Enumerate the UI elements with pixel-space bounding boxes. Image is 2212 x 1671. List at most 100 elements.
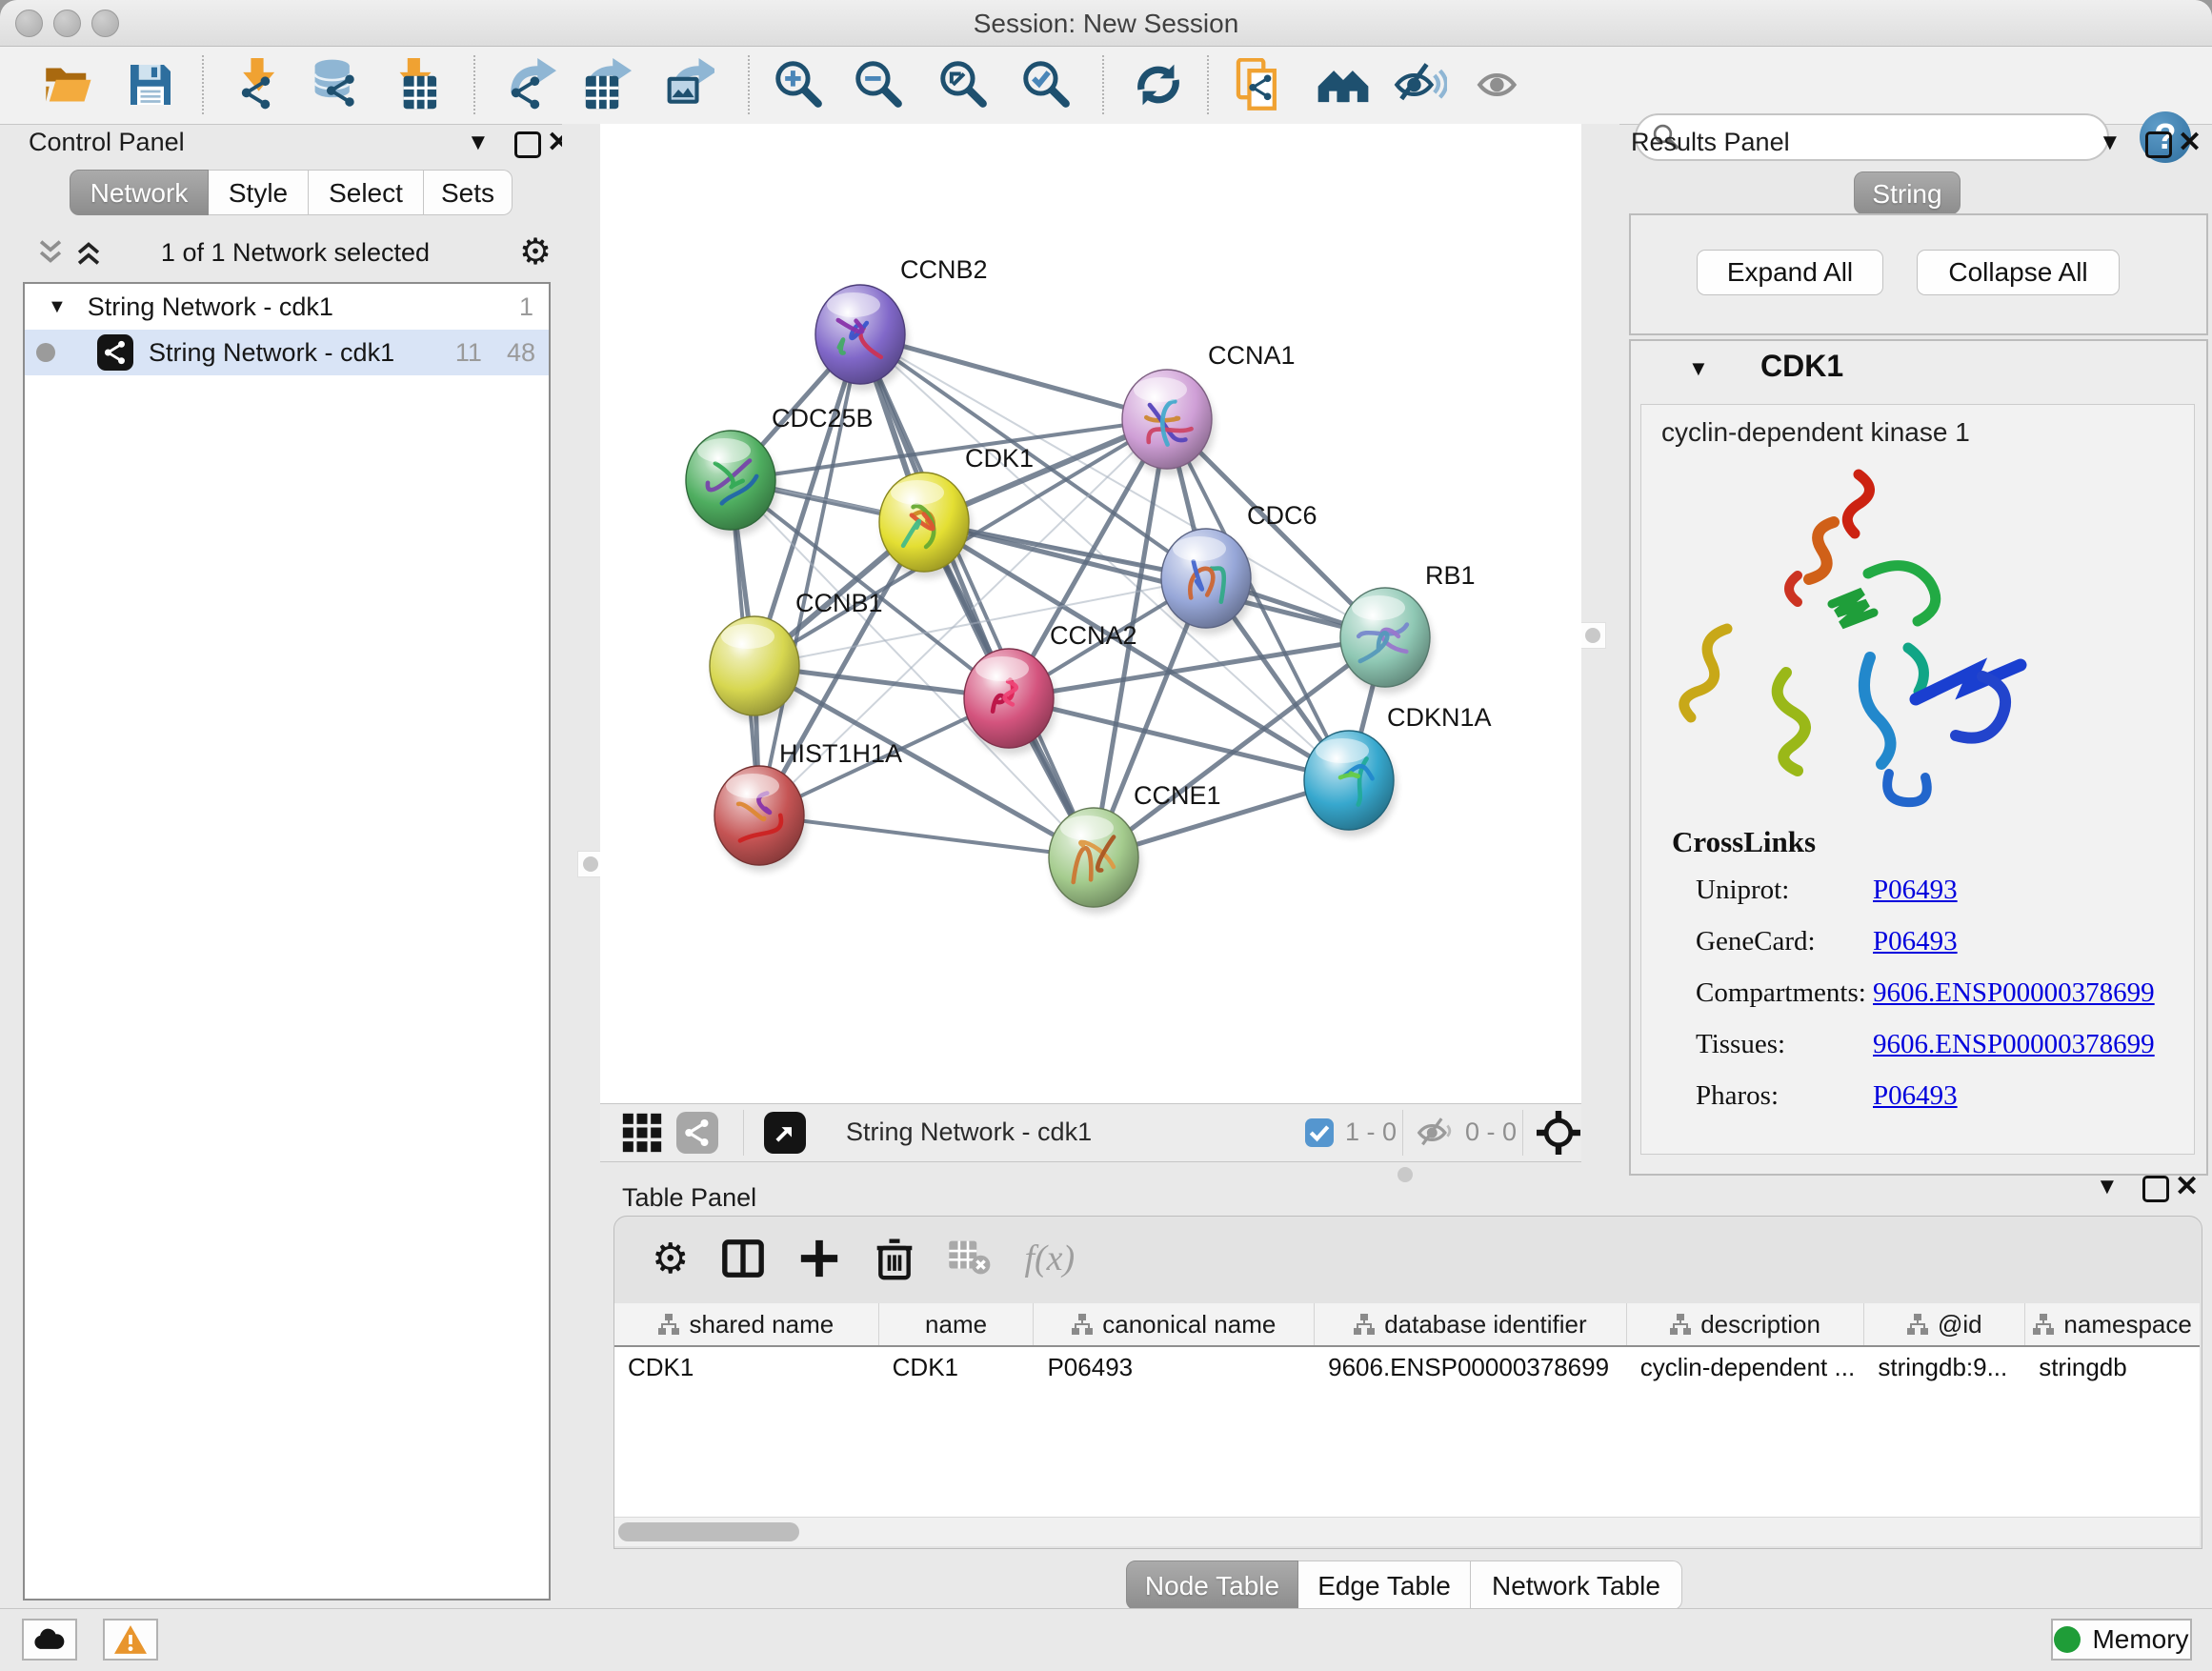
crosslink-pharos-link[interactable]: P06493 bbox=[1873, 1080, 1958, 1112]
crosslink-tissues-link[interactable]: 9606.ENSP00000378699 bbox=[1873, 1029, 2155, 1060]
expand-all-button[interactable]: Expand All bbox=[1697, 250, 1883, 295]
tab-sets[interactable]: Sets bbox=[424, 170, 513, 215]
svg-text:CCNA1: CCNA1 bbox=[1208, 341, 1296, 370]
warnings-button[interactable] bbox=[103, 1619, 158, 1661]
cloud-status-button[interactable] bbox=[22, 1619, 77, 1661]
column-header[interactable]: name bbox=[879, 1303, 1035, 1345]
results-panel-close-icon[interactable]: ✕ bbox=[2178, 126, 2202, 159]
column-type-icon bbox=[658, 1314, 679, 1335]
zoom-in-button[interactable] bbox=[769, 54, 830, 115]
table-row[interactable]: CDK1 CDK1 P06493 9606.ENSP00000378699 cy… bbox=[614, 1347, 2200, 1389]
copy-network-button[interactable] bbox=[1230, 54, 1291, 115]
results-panel-float-icon[interactable] bbox=[2145, 131, 2172, 158]
column-header[interactable]: canonical name bbox=[1034, 1303, 1315, 1345]
expand-all-chevron-icon[interactable] bbox=[72, 236, 105, 269]
main-toolbar: ? bbox=[0, 47, 2212, 125]
table-panel-minimize-icon[interactable]: ▼ bbox=[2096, 1174, 2119, 1200]
table-horizontal-scrollbar[interactable] bbox=[614, 1517, 2200, 1546]
right-splitter[interactable] bbox=[1581, 124, 1619, 1176]
show-all-networks-button[interactable] bbox=[1313, 54, 1374, 115]
import-network-icon bbox=[231, 58, 284, 111]
table-panel-float-icon[interactable] bbox=[2142, 1176, 2169, 1202]
zoom-out-button[interactable] bbox=[849, 54, 910, 115]
control-panel-title: Control Panel bbox=[29, 128, 185, 157]
scrollbar-thumb[interactable] bbox=[618, 1522, 799, 1541]
tab-network[interactable]: Network bbox=[70, 170, 209, 215]
network-row-label: String Network - cdk1 bbox=[149, 338, 394, 368]
memory-label: Memory bbox=[2092, 1624, 2188, 1655]
open-session-button[interactable] bbox=[37, 54, 98, 115]
memory-status-dot-icon bbox=[2054, 1626, 2081, 1653]
column-header[interactable]: @id bbox=[1864, 1303, 2025, 1345]
network-options-gear-icon[interactable]: ⚙ bbox=[519, 231, 552, 273]
crosslink-label: Uniprot: bbox=[1696, 875, 1789, 906]
crosslink-genecard-link[interactable]: P06493 bbox=[1873, 926, 1958, 957]
column-header[interactable]: namespace bbox=[2025, 1303, 2200, 1345]
crosslink-uniprot-link[interactable]: P06493 bbox=[1873, 875, 1958, 906]
window-title: Session: New Session bbox=[0, 0, 2212, 46]
collapse-all-button[interactable]: Collapse All bbox=[1917, 250, 2120, 295]
control-panel-float-icon[interactable] bbox=[514, 131, 541, 158]
table-panel-close-icon[interactable]: ✕ bbox=[2175, 1170, 2199, 1203]
network-row[interactable]: String Network - cdk1 11 48 bbox=[25, 330, 549, 375]
add-column-icon[interactable] bbox=[797, 1237, 841, 1280]
export-network-button[interactable] bbox=[499, 54, 560, 115]
show-columns-icon[interactable] bbox=[721, 1237, 765, 1280]
tab-network-table[interactable]: Network Table bbox=[1471, 1560, 1682, 1610]
crosslink-label: Compartments: bbox=[1696, 977, 1866, 1009]
separator bbox=[743, 1110, 744, 1156]
tab-node-table[interactable]: Node Table bbox=[1126, 1560, 1298, 1610]
results-panel-minimize-icon[interactable]: ▼ bbox=[2099, 130, 2122, 156]
status-bar: Memory bbox=[0, 1608, 2212, 1671]
protein-name-heading: CDK1 bbox=[1760, 349, 1843, 384]
zoom-fit-button[interactable] bbox=[934, 54, 995, 115]
crosshair-navigate-icon[interactable] bbox=[1536, 1110, 1581, 1156]
network-collection-row[interactable]: ▼ String Network - cdk1 1 bbox=[25, 284, 549, 330]
import-network-button[interactable] bbox=[227, 54, 288, 115]
collection-expander-icon[interactable]: ▼ bbox=[48, 296, 67, 318]
show-graphics-details-button[interactable] bbox=[1468, 54, 1529, 115]
column-header[interactable]: description bbox=[1627, 1303, 1865, 1345]
protein-structure-image bbox=[1672, 459, 2034, 821]
warning-icon bbox=[114, 1625, 147, 1654]
memory-button[interactable]: Memory bbox=[2051, 1619, 2192, 1661]
save-icon bbox=[124, 58, 177, 111]
right-splitter-handle[interactable] bbox=[1579, 622, 1606, 649]
hide-graphics-details-button[interactable] bbox=[1390, 54, 1451, 115]
tab-select[interactable]: Select bbox=[309, 170, 424, 215]
grid-view-icon[interactable] bbox=[621, 1112, 663, 1154]
column-type-icon bbox=[1354, 1314, 1375, 1335]
protein-expander-icon[interactable]: ▼ bbox=[1688, 356, 1709, 381]
selected-nodes-checkbox[interactable] bbox=[1305, 1118, 1334, 1147]
zoom-selected-button[interactable] bbox=[1016, 54, 1077, 115]
node-table[interactable]: shared name name canonical name database… bbox=[614, 1303, 2200, 1517]
network-canvas[interactable]: CCNB2CCNA1CDC25BCDK1CDC6RB1CCNB1CCNA2CDK… bbox=[600, 124, 1581, 1103]
export-table-button[interactable] bbox=[574, 54, 635, 115]
tab-style[interactable]: Style bbox=[209, 170, 309, 215]
crosslink-compartments-link[interactable]: 9606.ENSP00000378699 bbox=[1873, 977, 2155, 1009]
import-table-button[interactable] bbox=[385, 54, 446, 115]
column-type-icon bbox=[2033, 1314, 2054, 1335]
import-table-icon bbox=[389, 58, 442, 111]
import-network-from-database-button[interactable] bbox=[305, 54, 366, 115]
export-image-icon bbox=[661, 58, 714, 111]
results-panel-title: Results Panel bbox=[1631, 128, 1790, 157]
network-selected-status: 1 of 1 Network selected bbox=[124, 238, 467, 268]
eye-slash-icon bbox=[1394, 58, 1447, 111]
control-panel-minimize-icon[interactable]: ▼ bbox=[467, 130, 490, 156]
apply-layout-button[interactable] bbox=[1128, 54, 1189, 115]
save-session-button[interactable] bbox=[120, 54, 181, 115]
zoom-in-icon bbox=[773, 58, 826, 111]
table-options-gear-icon[interactable]: ⚙ bbox=[652, 1235, 689, 1283]
horizontal-splitter-handle[interactable] bbox=[1393, 1162, 1418, 1187]
export-image-button[interactable] bbox=[657, 54, 718, 115]
collapse-all-chevron-icon[interactable] bbox=[34, 236, 67, 269]
delete-column-trash-icon[interactable] bbox=[874, 1237, 915, 1280]
network-view-icon[interactable] bbox=[676, 1112, 718, 1154]
tab-edge-table[interactable]: Edge Table bbox=[1298, 1560, 1471, 1610]
column-header[interactable]: database identifier bbox=[1315, 1303, 1627, 1345]
column-header[interactable]: shared name bbox=[614, 1303, 879, 1345]
database-icon bbox=[309, 58, 362, 111]
tab-string[interactable]: String bbox=[1854, 171, 1961, 214]
birdseye-view-icon[interactable] bbox=[764, 1112, 806, 1154]
